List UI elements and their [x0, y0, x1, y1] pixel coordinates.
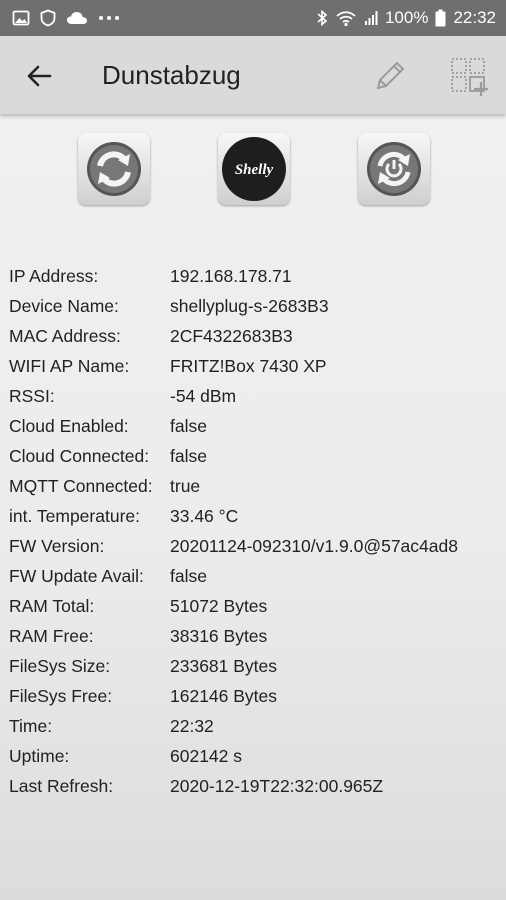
info-value: 33.46 °C — [170, 506, 239, 526]
info-label: Time: — [9, 716, 53, 736]
info-row: RSSI: -54 dBm — [9, 381, 499, 411]
info-value: FRITZ!Box 7430 XP — [170, 356, 327, 376]
info-row: FW Version: 20201124-092310/v1.9.0@57ac4a… — [9, 531, 499, 561]
info-value: -54 dBm — [170, 386, 237, 406]
info-row: WIFI AP Name: FRITZ!Box 7430 XP — [9, 351, 499, 381]
battery-icon — [435, 9, 446, 27]
pencil-icon — [376, 61, 405, 90]
info-label: FileSys Size: — [9, 656, 111, 676]
info-value: true — [170, 476, 201, 496]
grid-add-icon — [451, 58, 488, 96]
info-row: IP Address: 192.168.178.71 — [9, 261, 499, 291]
arrow-left-icon — [27, 65, 52, 87]
info-label: RAM Free: — [9, 626, 94, 646]
reboot-button[interactable] — [358, 133, 430, 205]
info-row: FW Update Avail: false — [9, 561, 499, 591]
info-label: Uptime: — [9, 746, 70, 766]
status-left-icons — [12, 0, 120, 36]
cloud-icon — [66, 10, 88, 26]
shield-icon — [40, 9, 56, 27]
info-label: FileSys Free: — [9, 686, 113, 706]
info-value: 2020-12-19T22:32:00.965Z — [170, 776, 384, 796]
info-row: RAM Total: 51072 Bytes — [9, 591, 499, 621]
info-value: 192.168.178.71 — [170, 266, 292, 286]
status-right-icons: 100% 22:32 — [316, 0, 496, 36]
info-label: MAC Address: — [9, 326, 121, 346]
info-row: Device Name: shellyplug-s-2683B3 — [9, 291, 499, 321]
shelly-logo-text: Shelly — [235, 162, 274, 178]
info-value: 20201124-092310/v1.9.0@57ac4ad8 — [170, 536, 458, 556]
info-value: shellyplug-s-2683B3 — [170, 296, 329, 316]
gallery-icon — [12, 9, 30, 27]
reboot-icon — [367, 142, 421, 196]
info-value: 38316 Bytes — [170, 626, 268, 646]
info-value: 162146 Bytes — [170, 686, 278, 706]
info-value: false — [170, 446, 207, 466]
info-label: FW Update Avail: — [9, 566, 144, 586]
info-value: 51072 Bytes — [170, 596, 268, 616]
edit-button[interactable] — [370, 56, 410, 96]
info-value: false — [170, 416, 207, 436]
bluetooth-icon — [316, 9, 328, 27]
page-title: Dunstabzug — [102, 60, 241, 90]
app-bar: Dunstabzug — [0, 36, 506, 114]
info-label: Last Refresh: — [9, 776, 114, 796]
info-label: Device Name: — [9, 296, 119, 316]
wifi-icon — [335, 9, 357, 27]
status-bar: 100% 22:32 — [0, 0, 506, 36]
more-notifications-icon — [98, 15, 120, 21]
info-label: IP Address: — [9, 266, 99, 286]
info-label: Cloud Enabled: — [9, 416, 129, 436]
info-label: RSSI: — [9, 386, 55, 406]
info-value: 602142 s — [170, 746, 243, 766]
info-label: RAM Total: — [9, 596, 95, 616]
signal-icon — [364, 10, 378, 26]
info-row: FileSys Size: 233681 Bytes — [9, 651, 499, 681]
device-info-list: IP Address: 192.168.178.71 Device Name: she… — [9, 261, 499, 801]
info-value: false — [170, 566, 207, 586]
info-row: Last Refresh: 2020-12-19T22:32:00.965Z — [9, 771, 499, 801]
status-time: 22:32 — [453, 8, 496, 27]
refresh-icon — [87, 142, 141, 196]
info-row: Cloud Enabled: false — [9, 411, 499, 441]
info-row: int. Temperature: 33.46 °C — [9, 501, 499, 531]
shelly-logo-icon: Shelly — [222, 137, 286, 201]
info-row: Uptime: 602142 s — [9, 741, 499, 771]
info-row: MQTT Connected: true — [9, 471, 499, 501]
back-button[interactable] — [22, 58, 58, 94]
info-value: 22:32 — [170, 716, 214, 736]
refresh-button[interactable] — [78, 133, 150, 205]
info-label: Cloud Connected: — [9, 446, 150, 466]
info-row: Time: 22:32 — [9, 711, 499, 741]
info-row: FileSys Free: 162146 Bytes — [9, 681, 499, 711]
info-label: WIFI AP Name: — [9, 356, 130, 376]
info-label: FW Version: — [9, 536, 105, 556]
info-value: 2CF4322683B3 — [170, 326, 293, 346]
info-label: int. Temperature: — [9, 506, 140, 526]
add-to-grid-button[interactable] — [449, 56, 491, 98]
info-row: RAM Free: 38316 Bytes — [9, 621, 499, 651]
shelly-logo-button[interactable]: Shelly — [218, 133, 290, 205]
info-row: MAC Address: 2CF4322683B3 — [9, 321, 499, 351]
info-label: MQTT Connected: — [9, 476, 153, 496]
info-value: 233681 Bytes — [170, 656, 278, 676]
info-row: Cloud Connected: false — [9, 441, 499, 471]
battery-percent: 100% — [384, 8, 429, 27]
